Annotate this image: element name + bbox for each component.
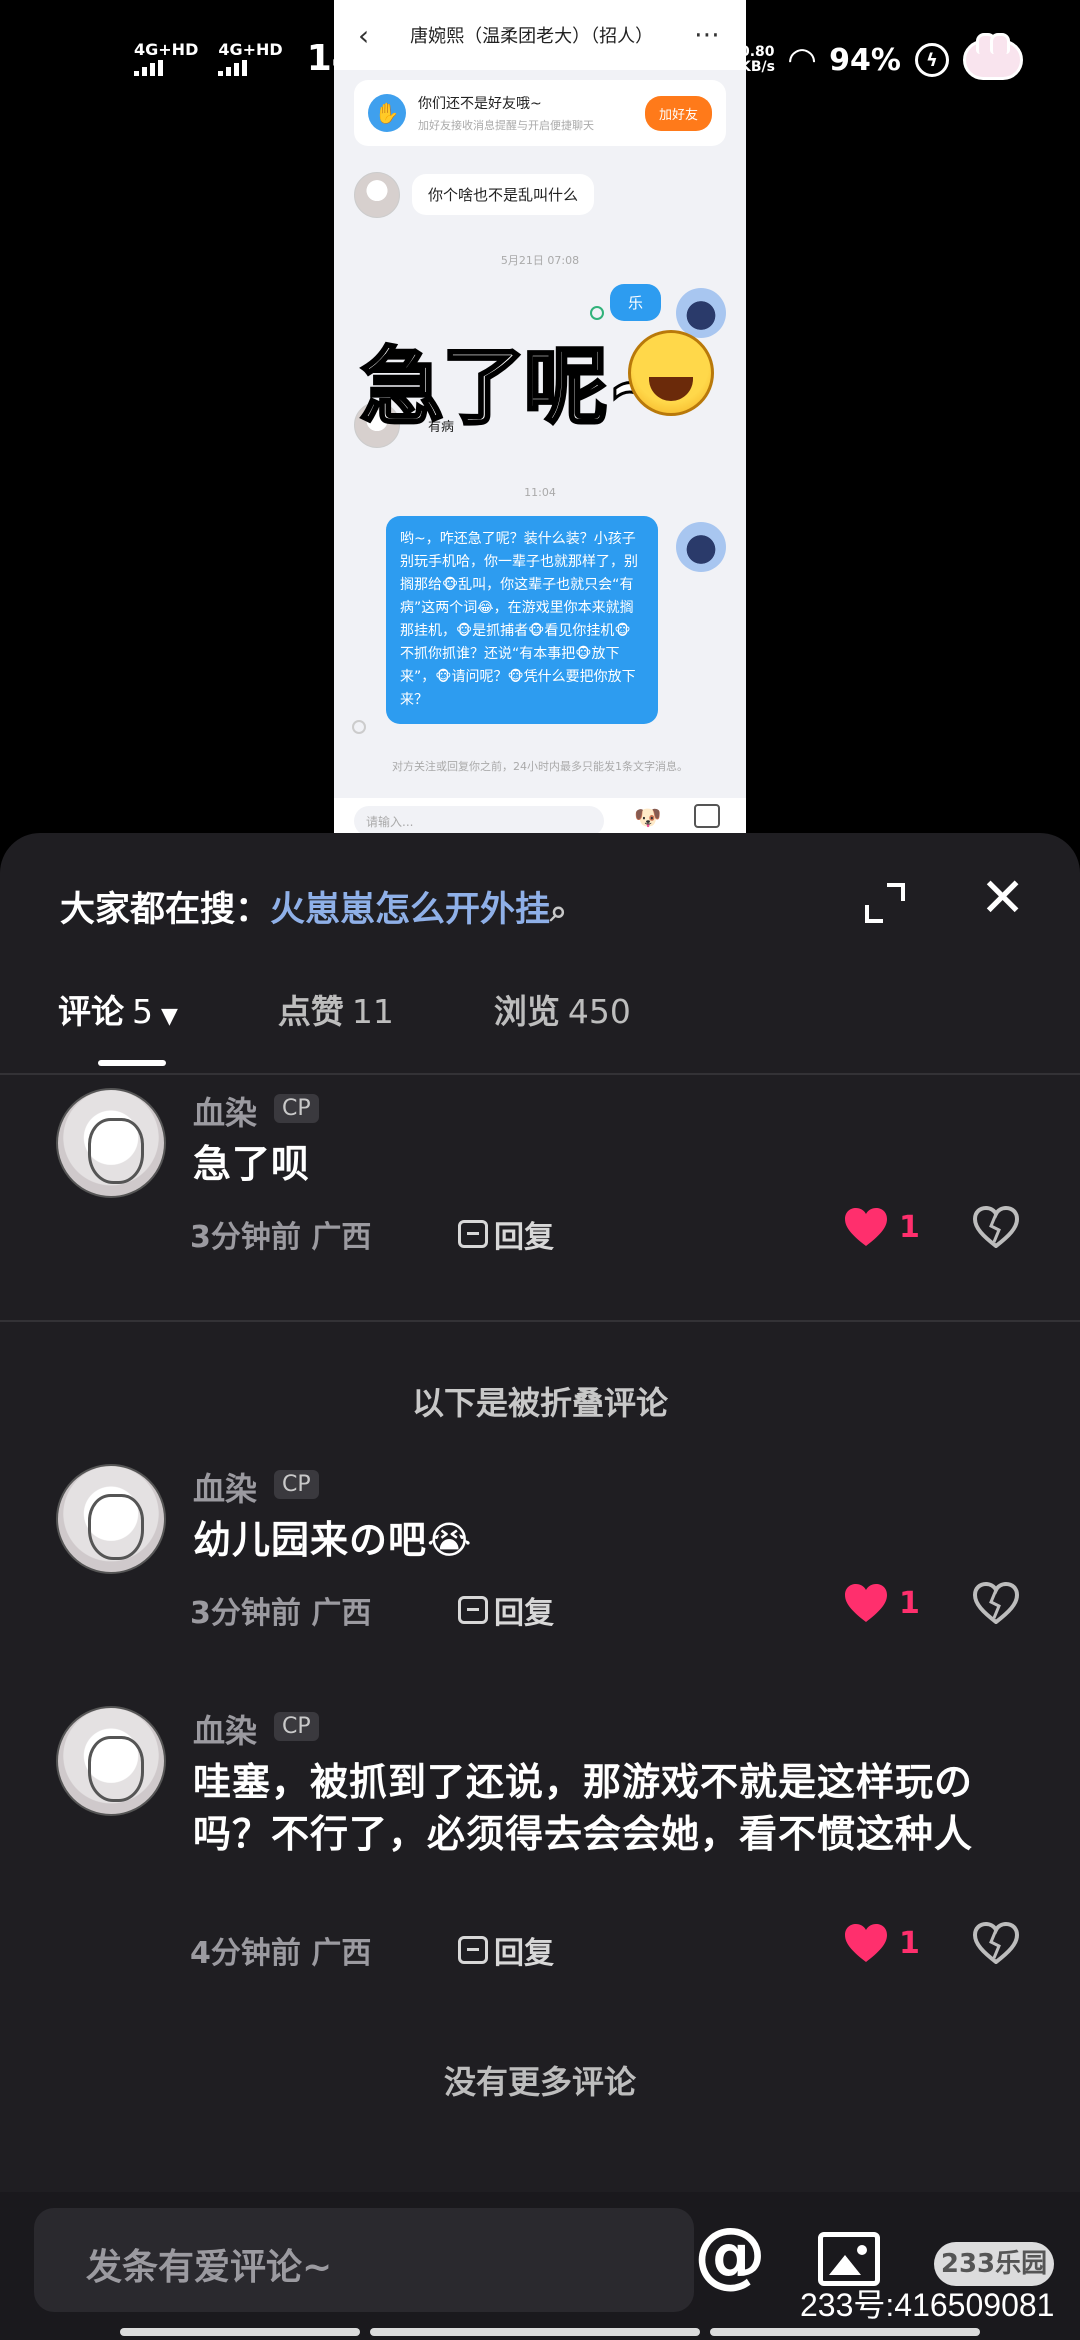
folded-comments-title: 以下是被折叠评论 — [411, 1384, 668, 1422]
add-friend-button: 加好友 — [644, 95, 712, 131]
dislike-heart-icon[interactable] — [973, 1582, 1019, 1624]
hand-icon: ✋ — [368, 94, 406, 132]
overlay-caption: 急了呢~ — [358, 337, 677, 438]
comment-author[interactable]: 血染 — [193, 1706, 257, 1752]
status-circle-icon — [352, 720, 366, 734]
comment-input[interactable]: 发条有爱评论~ — [34, 2208, 694, 2312]
signal-bars-icon — [218, 59, 248, 76]
like-heart-icon[interactable] — [843, 1206, 889, 1248]
chat-header: ‹ 唐婉熙（温柔团老大）（招人） ⋯ — [334, 0, 746, 70]
watermark-id: 233号:416509081 — [800, 2287, 1055, 2323]
comment-meta: 3分钟前 广西 — [190, 1596, 372, 1631]
chat-long-message: 哟~，咋还急了呢？装什么装？小孩子别玩手机哈，你一辈子也就那样了，别搁那给🐵乱叫… — [386, 516, 658, 724]
search-term[interactable]: 火崽崽怎么开外挂 — [270, 890, 550, 930]
reply-button[interactable]: 回复 — [458, 1588, 554, 1632]
friend-notice: ✋ 你们还不是好友哦~ 加好友接收消息提醒与开启便捷聊天 加好友 — [354, 80, 726, 146]
like-heart-icon[interactable] — [843, 1582, 889, 1624]
cp-badge: CP — [274, 1094, 319, 1123]
image-icon[interactable] — [818, 2232, 880, 2286]
reply-icon — [458, 1936, 488, 1964]
comment-author[interactable]: 血染 — [193, 1088, 257, 1134]
tab-likes[interactable]: 点赞 11 — [278, 985, 394, 1033]
comment-text: 哇塞，被抓到了还说，那游戏不就是这样玩の吗？不行了，必须得去会会她，看不惯这种人 — [193, 1760, 974, 1856]
avatar[interactable] — [56, 1706, 166, 1816]
home-indicator — [370, 2328, 700, 2336]
reply-button[interactable]: 回复 — [458, 1212, 554, 1256]
search-icon: ⌕ — [550, 894, 567, 929]
signal-2: 4G+HD — [218, 41, 283, 76]
like-count: 1 — [899, 1586, 920, 1621]
close-icon[interactable]: ✕ — [980, 871, 1025, 925]
dislike-heart-icon[interactable] — [973, 1206, 1019, 1248]
avatar[interactable] — [56, 1464, 166, 1574]
tab-views[interactable]: 浏览 450 — [494, 985, 631, 1033]
chat-message: 你个啥也不是乱叫什么 — [412, 174, 595, 215]
avatar — [676, 288, 726, 338]
divider — [0, 1073, 1080, 1075]
sticker-icon: 🐶 — [634, 806, 662, 831]
divider — [0, 1320, 1080, 1322]
tab-comments[interactable]: 评论 5 ▼ — [58, 985, 178, 1033]
laughing-emoji-icon — [628, 330, 714, 416]
home-indicator — [120, 2328, 360, 2336]
chat-message: 乐 — [610, 284, 662, 321]
comment-text: 幼儿园来の吧😭 — [193, 1518, 473, 1562]
comment-author[interactable]: 血染 — [193, 1464, 257, 1510]
like-heart-icon[interactable] — [843, 1922, 889, 1964]
charging-icon: ϟ — [914, 43, 949, 77]
status-bar-right: 0.80 KB/s ◠ 94% ϟ — [740, 33, 1023, 80]
signal-bars-icon — [134, 59, 163, 76]
battery-level: 94% — [829, 42, 901, 78]
comment-meta: 3分钟前 广西 — [190, 1220, 372, 1255]
cp-badge: CP — [274, 1470, 319, 1499]
comment-text: 急了呗 — [193, 1142, 311, 1186]
avatar — [676, 522, 726, 572]
reply-icon — [458, 1596, 488, 1624]
read-check-icon — [590, 306, 604, 320]
mention-icon[interactable]: @ — [694, 2212, 766, 2296]
caret-down-icon: ▼ — [161, 1004, 178, 1029]
signal-1: 4G+HD — [134, 41, 198, 76]
reply-icon — [458, 1220, 488, 1248]
no-more-comments: 没有更多评论 — [443, 2063, 636, 2101]
pet-icon — [962, 33, 1023, 80]
tab-underline — [98, 1060, 166, 1066]
chat-title: 唐婉熙（温柔团老大）（招人） — [410, 26, 654, 47]
cp-badge: CP — [274, 1712, 319, 1741]
expand-icon[interactable] — [865, 883, 905, 923]
back-arrow-icon: ‹ — [358, 18, 370, 52]
like-count: 1 — [899, 1210, 920, 1245]
reply-button[interactable]: 回复 — [458, 1928, 554, 1972]
chat-time: 5月21日 07:08 — [500, 254, 580, 267]
comment-tabs: 评论 5 ▼ 点赞 11 浏览 450 — [58, 985, 631, 1033]
comment-meta: 4分钟前 广西 — [190, 1936, 372, 1971]
dislike-heart-icon[interactable] — [973, 1922, 1019, 1964]
chat-footnote: 对方关注或回复你之前，24小时内最多只能发1条文字消息。 — [392, 760, 688, 773]
image-icon — [694, 804, 720, 828]
avatar — [354, 172, 400, 218]
chat-input: 请输入... — [354, 806, 604, 836]
avatar[interactable] — [56, 1088, 166, 1198]
chat-time: 11:04 — [524, 486, 556, 499]
trending-search[interactable]: 大家都在搜：火崽崽怎么开外挂⌕ — [60, 881, 567, 932]
like-count: 1 — [899, 1926, 920, 1961]
wifi-icon: ◠ — [788, 40, 816, 80]
more-icon: ⋯ — [693, 20, 722, 50]
home-indicator — [710, 2328, 980, 2336]
